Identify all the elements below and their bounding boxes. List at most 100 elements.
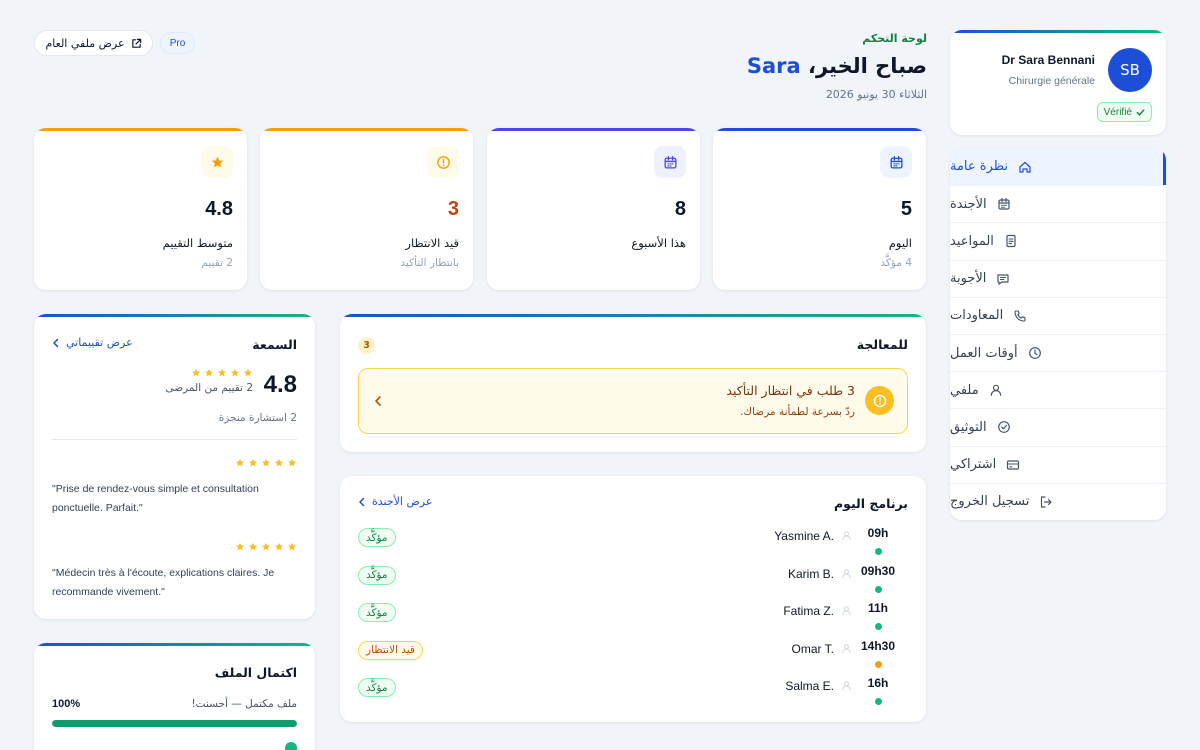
sidebar-item-label: الأجوبة [950, 271, 987, 287]
pro-badge: Pro [160, 32, 195, 54]
stat-value: 3 [447, 198, 459, 220]
calendar-icon [880, 146, 912, 178]
avatar[interactable]: SB [1108, 48, 1152, 92]
stat-label: اليوم [888, 236, 912, 250]
user-icon [989, 383, 1003, 397]
chevron-left-icon [359, 497, 365, 506]
stat-card-4: 4.8 متوسط التقييم 2 تقييم [34, 128, 247, 290]
stat-value: 5 [900, 198, 912, 220]
completion-status: ملف مكتمل — أحسنت! [191, 698, 297, 710]
patient-name: Karim B. [787, 566, 834, 581]
sidebar-item-7[interactable]: ملفي [950, 371, 1166, 408]
pending-requests-alert[interactable]: 3 طلب في انتظار التأكيد ردّ بسرعة لطمأنة… [358, 368, 908, 434]
review-stars [235, 542, 297, 552]
sidebar-item-label: المواعيد [950, 233, 994, 249]
star-icon [275, 542, 283, 551]
review-item: "Médecin très à l'écoute, explications c… [52, 542, 297, 612]
stat-label: هذا الأسبوع [631, 236, 686, 250]
user-icon [841, 530, 852, 541]
divider [52, 439, 297, 440]
star-icon [205, 368, 213, 377]
sidebar-item-label: أوقات العمل [950, 345, 1018, 361]
processing-card-accent [340, 314, 926, 317]
profile-card: SB Dr Sara Bennani Chirurgie générale Vé… [950, 30, 1166, 135]
sidebar-item-label: اشتراكي [950, 457, 997, 473]
completion-title: اكتمال الملف [214, 665, 297, 680]
schedule-row[interactable]: 09h30 Karim B. مؤكَّد [340, 564, 926, 601]
doctor-specialty: Chirurgie générale [1008, 75, 1095, 87]
sidebar-item-2[interactable]: الأجندة [950, 185, 1166, 222]
status-dot [875, 623, 882, 630]
schedule-row[interactable]: 14h30 Omar T. قيد الانتظار [340, 639, 926, 676]
reputation-card-accent [34, 314, 315, 317]
sidebar-item-label: المعاودات [950, 308, 1004, 324]
calendar-icon [997, 197, 1011, 211]
sidebar-item-6[interactable]: أوقات العمل [950, 334, 1166, 371]
sidebar-nav: نظرة عامة الأجندة المواعيد الأجوبة المعاودات… [950, 148, 1166, 520]
profile-card-accent [950, 30, 1166, 33]
sidebar-item-1[interactable]: نظرة عامة [950, 148, 1166, 185]
user-icon [841, 643, 852, 654]
rating-score: 4.8 [263, 371, 297, 398]
check-circle-icon [285, 742, 297, 750]
star-icon [218, 368, 226, 377]
status-badge: قيد الانتظار [358, 640, 423, 660]
review-text: "Médecin très à l'écoute, explications c… [52, 567, 275, 598]
schedule-card: برنامج اليوم عرض الأجندة 09h Yasmine A. مؤ… [340, 476, 926, 722]
stat-card-accent [487, 128, 700, 131]
star-icon [262, 542, 270, 551]
star-icon [288, 458, 296, 467]
sidebar-item-4[interactable]: الأجوبة [950, 259, 1166, 297]
reputation-card: السمعة عرض تقييماتي 4.8 2 تقييم من المرض… [34, 314, 315, 619]
star-icon [231, 368, 239, 377]
completion-progress-fill [52, 720, 297, 727]
alert-subtitle: ردّ بسرعة لطمأنة مرضاك. [740, 406, 855, 418]
current-date: الثلاثاء 30 يونيو 2026 [825, 88, 927, 101]
appointment-time: 11h [867, 601, 888, 615]
status-dot [875, 660, 882, 668]
status-badge: مؤكَّد [358, 528, 396, 547]
sidebar-item-8[interactable]: التوثيق [950, 408, 1166, 445]
page-title: صباح الخير، Sara [747, 54, 927, 78]
star-icon [236, 458, 244, 467]
star-icon [244, 368, 252, 377]
stat-subtext: 2 تقييم [201, 257, 233, 269]
schedule-row[interactable]: 09h Yasmine A. مؤكَّد [340, 526, 926, 563]
stat-label: متوسط التقييم [162, 236, 233, 250]
patient-name: Fatima Z. [783, 604, 834, 618]
stat-label: قيد الانتظار [405, 236, 459, 250]
status-dot [875, 548, 882, 555]
breadcrumb: لوحة التحكم [862, 32, 927, 45]
status-badge: مؤكَّد [358, 565, 396, 585]
review-text: "Prise de rendez-vous simple et consulta… [52, 483, 259, 514]
card-icon [1006, 458, 1020, 472]
external-link-icon [131, 38, 141, 48]
schedule-row[interactable]: 11h Fatima Z. مؤكَّد [340, 601, 926, 638]
verified-label: Vérifié [1103, 106, 1132, 118]
home-icon [1018, 160, 1032, 174]
sidebar-item-3[interactable]: المواعيد [950, 222, 1166, 259]
check-icon [1136, 109, 1145, 116]
schedule-title: برنامج اليوم [833, 496, 908, 511]
sidebar-item-9[interactable]: اشتراكي [950, 445, 1166, 483]
view-reviews-label: عرض تقييماتي [66, 336, 133, 349]
stat-subtext: بانتظار التأكيد [400, 257, 459, 269]
phone-icon [1013, 309, 1027, 323]
processing-count-badge: 3 [358, 337, 375, 354]
star-icon [249, 458, 257, 467]
chevron-left-icon[interactable] [373, 395, 383, 407]
view-agenda-link[interactable]: عرض الأجندة [358, 495, 432, 508]
document-icon [1004, 234, 1018, 248]
user-icon [841, 605, 852, 616]
schedule-row[interactable]: 16h Salma E. مؤكَّد [340, 676, 926, 713]
appointment-time: 09h30 [860, 563, 896, 578]
alert-icon [865, 386, 894, 415]
sidebar-item-5[interactable]: المعاودات [950, 296, 1166, 334]
public-profile-button[interactable]: عرض ملفي العام [34, 30, 153, 56]
appointment-time: 09h [867, 526, 889, 540]
sidebar-item-10[interactable]: تسجيل الخروج [950, 482, 1166, 520]
calendar-icon [654, 146, 686, 178]
review-item: "Prise de rendez-vous simple et consulta… [52, 458, 297, 528]
view-reviews-link[interactable]: عرض تقييماتي [52, 336, 133, 349]
alert-title: 3 طلب في انتظار التأكيد [726, 383, 855, 398]
